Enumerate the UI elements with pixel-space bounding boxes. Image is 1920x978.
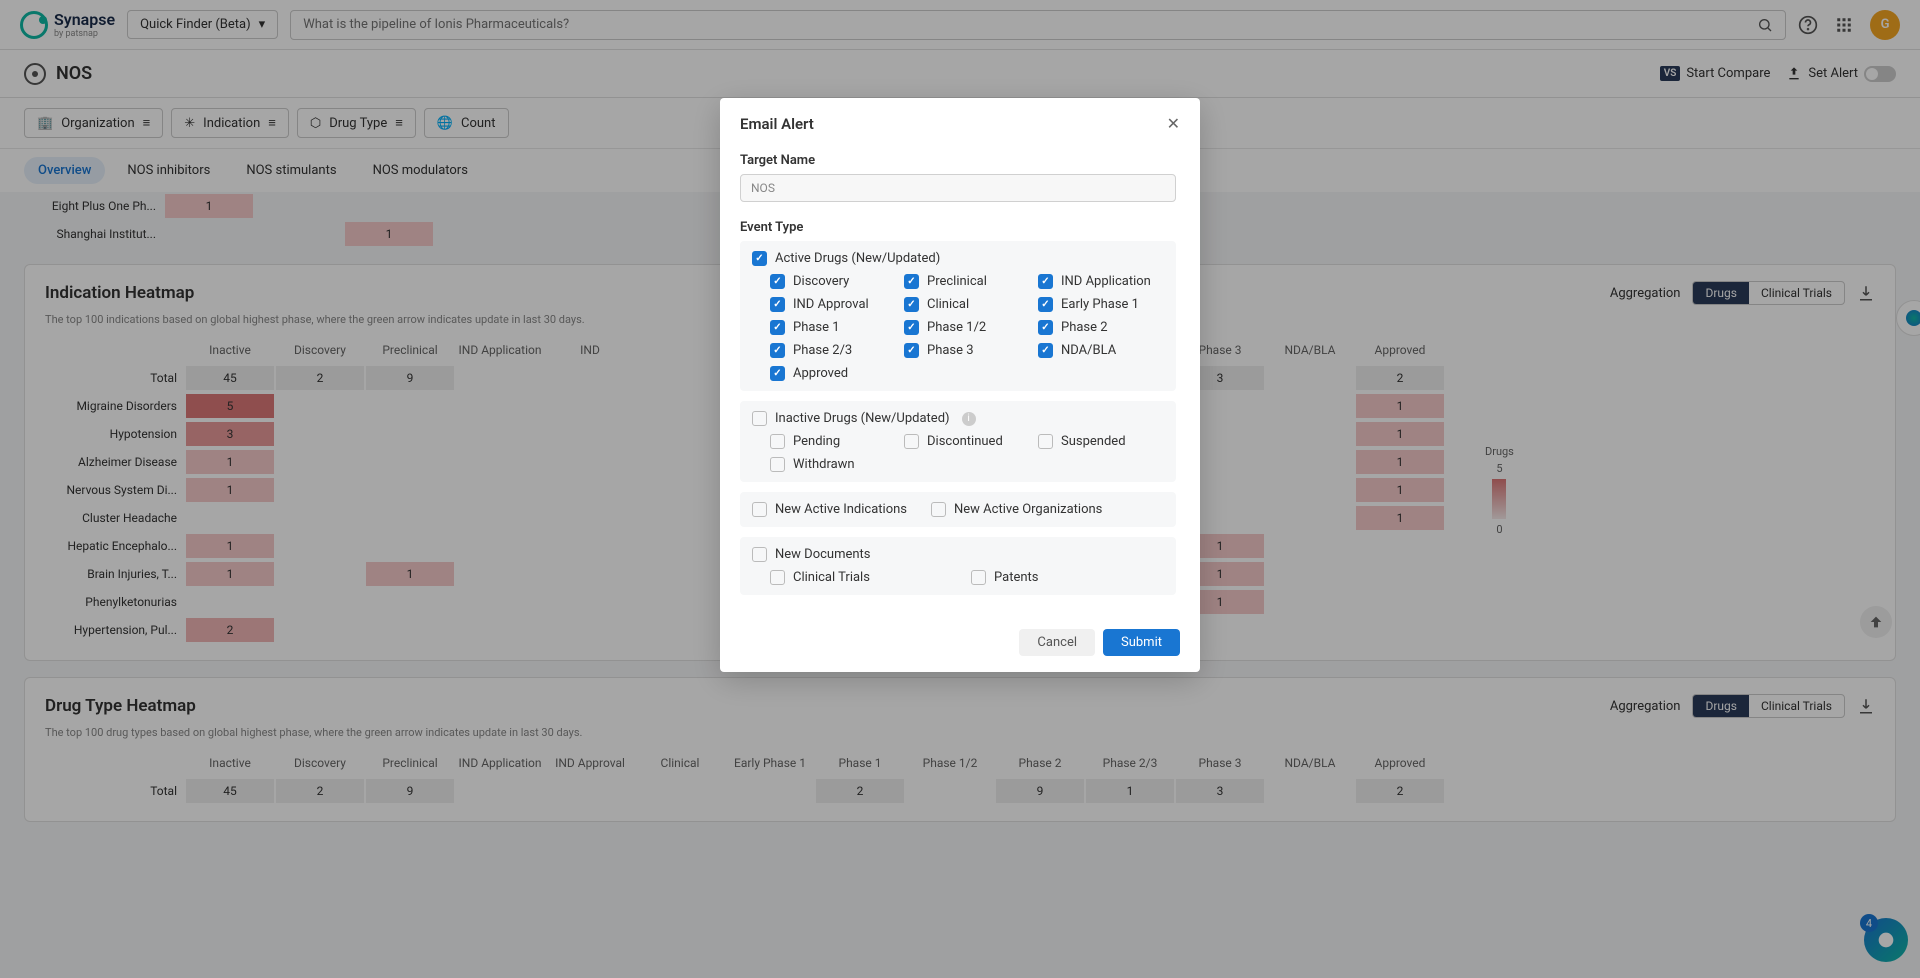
new-documents-group: New Documents Clinical Trials Patents xyxy=(740,537,1176,595)
phase-label: Phase 1 xyxy=(793,320,840,335)
inactive-label: Suspended xyxy=(1061,434,1126,449)
inactive-label: Discontinued xyxy=(927,434,1003,449)
new-orgs-checkbox[interactable] xyxy=(931,502,946,517)
inactive-drugs-label: Inactive Drugs (New/Updated) xyxy=(775,411,950,426)
phase-option[interactable]: Discovery xyxy=(770,274,896,289)
document-checkboxes: Clinical Trials Patents xyxy=(752,570,1164,585)
event-type-label: Event Type xyxy=(740,220,1176,235)
phase-option[interactable]: Early Phase 1 xyxy=(1038,297,1164,312)
inactive-option[interactable]: Withdrawn xyxy=(770,457,896,472)
phase-label: Discovery xyxy=(793,274,849,289)
phase-checkbox[interactable] xyxy=(1038,274,1053,289)
cancel-button[interactable]: Cancel xyxy=(1019,629,1095,656)
new-indications-label: New Active Indications xyxy=(775,502,907,517)
phase-checkbox[interactable] xyxy=(904,343,919,358)
new-orgs-label: New Active Organizations xyxy=(954,502,1102,517)
target-name-label: Target Name xyxy=(740,153,1176,168)
phase-checkbox[interactable] xyxy=(904,297,919,312)
phase-checkbox[interactable] xyxy=(904,320,919,335)
phase-label: Early Phase 1 xyxy=(1061,297,1139,312)
inactive-option[interactable]: Pending xyxy=(770,434,896,449)
phase-checkbox[interactable] xyxy=(1038,320,1053,335)
phase-label: NDA/BLA xyxy=(1061,343,1116,358)
inactive-checkboxes: Pending Discontinued Suspended Withdrawn xyxy=(752,434,1164,472)
phase-checkbox[interactable] xyxy=(770,343,785,358)
phase-option[interactable]: Phase 1/2 xyxy=(904,320,1030,335)
phase-option[interactable]: Phase 2 xyxy=(1038,320,1164,335)
phase-option[interactable]: NDA/BLA xyxy=(1038,343,1164,358)
inactive-drugs-checkbox[interactable] xyxy=(752,411,767,426)
phase-label: Phase 3 xyxy=(927,343,974,358)
doc-label: Clinical Trials xyxy=(793,570,870,585)
doc-option[interactable]: Patents xyxy=(971,570,1164,585)
phase-label: Phase 2/3 xyxy=(793,343,852,358)
inactive-checkbox[interactable] xyxy=(770,434,785,449)
modal-overlay[interactable]: Email Alert ✕ Target Name Event Type Act… xyxy=(0,0,1920,978)
active-drugs-checkbox[interactable] xyxy=(752,251,767,266)
inactive-label: Pending xyxy=(793,434,840,449)
phase-label: Clinical xyxy=(927,297,969,312)
modal-title: Email Alert xyxy=(740,115,814,133)
phase-checkbox[interactable] xyxy=(770,366,785,381)
phase-checkboxes: Discovery Preclinical IND Application IND A… xyxy=(752,274,1164,381)
phase-checkbox[interactable] xyxy=(1038,343,1053,358)
phase-label: IND Application xyxy=(1061,274,1151,289)
inactive-option[interactable]: Suspended xyxy=(1038,434,1164,449)
new-documents-label: New Documents xyxy=(775,547,871,562)
inactive-drugs-group: Inactive Drugs (New/Updated) i Pending Di… xyxy=(740,401,1176,482)
phase-checkbox[interactable] xyxy=(904,274,919,289)
phase-checkbox[interactable] xyxy=(1038,297,1053,312)
phase-label: Preclinical xyxy=(927,274,987,289)
phase-checkbox[interactable] xyxy=(770,297,785,312)
submit-button[interactable]: Submit xyxy=(1103,629,1180,656)
new-active-group: New Active Indications New Active Organi… xyxy=(740,492,1176,527)
doc-option[interactable]: Clinical Trials xyxy=(770,570,963,585)
phase-option[interactable]: Approved xyxy=(770,366,896,381)
phase-option[interactable]: Phase 3 xyxy=(904,343,1030,358)
new-documents-checkbox[interactable] xyxy=(752,547,767,562)
phase-option[interactable]: Phase 2/3 xyxy=(770,343,896,358)
inactive-option[interactable]: Discontinued xyxy=(904,434,1030,449)
phase-label: Approved xyxy=(793,366,848,381)
inactive-checkbox[interactable] xyxy=(770,457,785,472)
phase-label: IND Approval xyxy=(793,297,869,312)
email-alert-modal: Email Alert ✕ Target Name Event Type Act… xyxy=(720,98,1200,672)
inactive-checkbox[interactable] xyxy=(904,434,919,449)
doc-checkbox[interactable] xyxy=(971,570,986,585)
phase-label: Phase 2 xyxy=(1061,320,1108,335)
doc-checkbox[interactable] xyxy=(770,570,785,585)
phase-label: Phase 1/2 xyxy=(927,320,986,335)
phase-checkbox[interactable] xyxy=(770,274,785,289)
phase-option[interactable]: Clinical xyxy=(904,297,1030,312)
new-indications-checkbox[interactable] xyxy=(752,502,767,517)
active-drugs-label: Active Drugs (New/Updated) xyxy=(775,251,940,266)
phase-option[interactable]: IND Approval xyxy=(770,297,896,312)
active-drugs-group: Active Drugs (New/Updated) Discovery Prec… xyxy=(740,241,1176,391)
phase-option[interactable]: Preclinical xyxy=(904,274,1030,289)
doc-label: Patents xyxy=(994,570,1039,585)
inactive-checkbox[interactable] xyxy=(1038,434,1053,449)
phase-option[interactable]: Phase 1 xyxy=(770,320,896,335)
phase-checkbox[interactable] xyxy=(770,320,785,335)
modal-close-button[interactable]: ✕ xyxy=(1167,114,1180,133)
target-name-input[interactable] xyxy=(740,174,1176,202)
phase-option[interactable]: IND Application xyxy=(1038,274,1164,289)
inactive-label: Withdrawn xyxy=(793,457,855,472)
info-icon[interactable]: i xyxy=(962,412,976,426)
